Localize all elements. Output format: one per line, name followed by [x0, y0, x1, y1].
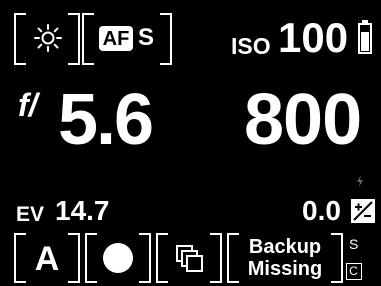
white-balance-control[interactable] — [14, 13, 80, 65]
slot-c-label: C — [349, 264, 358, 278]
aperture-value[interactable]: 5.6 — [58, 83, 154, 157]
drive-mode-control[interactable] — [156, 233, 222, 283]
aperture-prefix: f/ — [18, 87, 38, 123]
card-slot-status[interactable]: Backup Missing — [227, 233, 343, 283]
sun-icon — [34, 24, 62, 52]
af-label: AF — [102, 28, 130, 50]
flash-icon — [357, 175, 363, 187]
shutter-speed-value[interactable]: 800 — [244, 83, 362, 157]
shooting-mode-control[interactable]: A — [14, 233, 80, 283]
backup-label-line1: Backup — [248, 236, 322, 258]
iso-value[interactable]: 100 — [278, 16, 348, 60]
ev-label: EV — [16, 203, 45, 226]
backup-label-line2: Missing — [247, 258, 323, 280]
exposure-compensation-value[interactable]: 0.0 — [302, 196, 341, 226]
exposure-compensation-icon — [351, 199, 375, 223]
slot-c-indicator: C — [346, 263, 362, 280]
autofocus-mode-control[interactable]: AF S — [82, 13, 172, 65]
ev-value: 14.7 — [55, 195, 110, 226]
camera-status-screen: AF S ISO 100 f/ 5.6 800 EV 14.7 0.0 A Ba… — [0, 0, 381, 286]
metering-mode-control[interactable] — [85, 233, 151, 283]
iso-label: ISO — [231, 33, 271, 59]
slot-s-indicator: S — [349, 236, 359, 252]
af-mode-value: S — [138, 24, 155, 51]
battery-icon — [358, 20, 372, 54]
drive-mode-icon — [176, 245, 203, 272]
shooting-mode-label: A — [34, 240, 60, 278]
spot-metering-icon — [103, 243, 133, 273]
af-badge: AF — [99, 26, 133, 51]
